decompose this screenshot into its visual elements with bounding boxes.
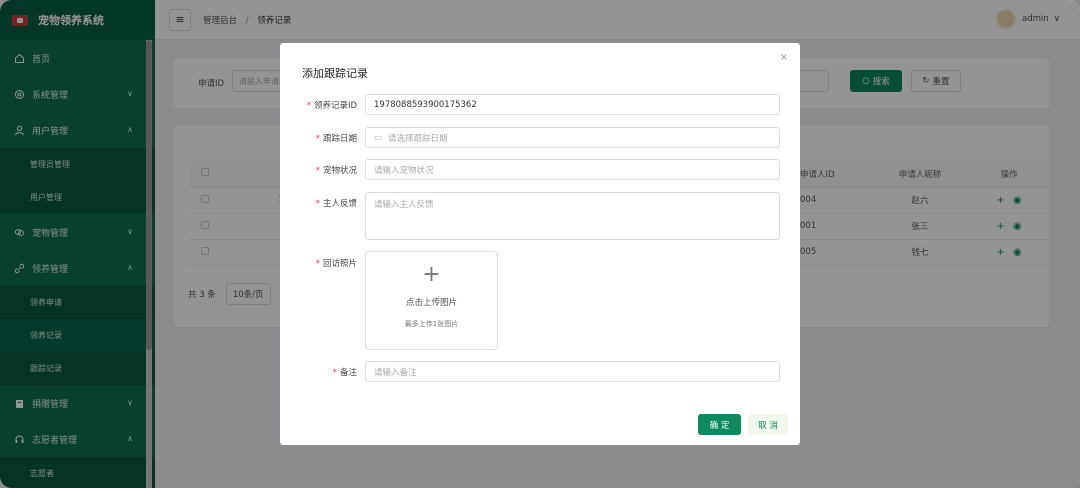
app-window: 宠物领养系统 首页 系统管理 ∨ 用户管理 ∧ 管理员管理 用户管理 宠物管理 …	[0, 0, 1080, 488]
tracking-date-picker[interactable]: ▭ 请选择跟踪日期	[365, 127, 780, 148]
tracking-date-label: * 跟踪日期	[315, 134, 357, 144]
record-id-label: * 领养记录ID	[306, 101, 357, 111]
label-text: 主人反馈	[322, 199, 357, 209]
owner-feedback-textarea[interactable]: 请输入主人反馈	[365, 192, 780, 240]
upload-hint: 最多上传1张图片	[404, 320, 459, 328]
label-text: 跟踪日期	[322, 134, 357, 144]
date-placeholder: 请选择跟踪日期	[388, 133, 448, 144]
calendar-icon: ▭	[374, 132, 383, 143]
pet-status-label: * 宠物状况	[315, 166, 357, 176]
record-id-field[interactable]: 1978088593900175362	[365, 94, 780, 115]
remark-label: * 备注	[332, 368, 357, 378]
plus-icon: +	[422, 262, 441, 287]
confirm-button[interactable]: 确 定	[698, 414, 741, 435]
label-text: 领养记录ID	[313, 101, 357, 111]
close-icon[interactable]: ×	[780, 52, 788, 63]
cancel-button[interactable]: 取 消	[748, 414, 788, 435]
photo-label: * 回访照片	[315, 259, 357, 269]
label-text: 宠物状况	[322, 166, 357, 176]
owner-feedback-label: * 主人反馈	[315, 199, 357, 209]
label-text: 回访照片	[322, 259, 357, 269]
dialog-title: 添加跟踪记录	[302, 67, 368, 80]
pet-status-field[interactable]: 请输入宠物状况	[365, 159, 780, 180]
remark-field[interactable]: 请输入备注	[365, 361, 780, 382]
upload-text: 点击上传图片	[405, 298, 457, 308]
photo-upload[interactable]: + 点击上传图片 最多上传1张图片	[365, 251, 498, 350]
label-text: 备注	[339, 368, 357, 378]
add-tracking-dialog: 添加跟踪记录 × * 领养记录ID 1978088593900175362 * 跟踪…	[280, 43, 800, 445]
